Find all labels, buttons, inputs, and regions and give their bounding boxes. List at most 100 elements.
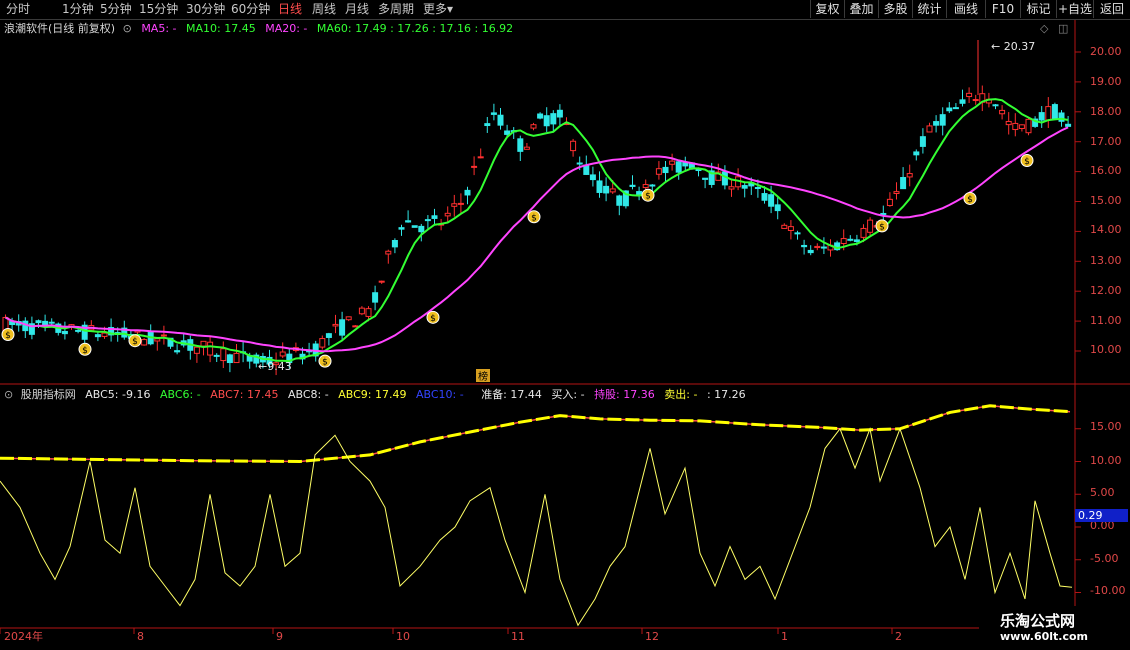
money-bag-glyph: $ [645, 192, 651, 202]
candle-body [860, 227, 867, 238]
candle-body [768, 194, 775, 207]
candle-body [207, 341, 214, 356]
candle-body [101, 332, 108, 337]
price-tick: 20.00 [1090, 45, 1122, 58]
candle-body [319, 338, 326, 348]
money-bag-glyph: $ [132, 337, 138, 347]
candle-body [378, 280, 385, 283]
date-tick: 9 [276, 630, 283, 643]
price-tick: 13.00 [1090, 254, 1122, 267]
candle-body [801, 244, 808, 248]
candle-body [431, 215, 438, 219]
money-bag-glyph: $ [879, 222, 885, 232]
candle-body [1005, 120, 1012, 126]
indicator-options-icon[interactable]: ⊙ [4, 388, 13, 401]
candle-body [820, 246, 827, 249]
candle-body [385, 250, 392, 255]
price-tick: 15.00 [1090, 194, 1122, 207]
candle-body [649, 184, 656, 187]
candle-body [853, 239, 860, 243]
indicator-tick: 15.00 [1090, 420, 1122, 433]
candle-body [939, 114, 946, 126]
prepare-label: 准备: 17.44 [481, 388, 542, 401]
candle-body [570, 140, 577, 152]
price-tick: 11.00 [1090, 314, 1122, 327]
date-tick: 1 [781, 630, 788, 643]
abc5-line [0, 426, 1073, 627]
price-tick: 10.00 [1090, 343, 1122, 356]
candle-body [517, 138, 524, 152]
candle-body [174, 350, 181, 353]
candle-body [226, 354, 233, 364]
candle-body [457, 202, 464, 205]
date-tick: 11 [511, 630, 525, 643]
abc7-line [0, 405, 1071, 463]
candle-body [919, 136, 926, 147]
candle-body [880, 212, 887, 215]
candle-body [807, 249, 814, 254]
abc8-label: ABC8: - [287, 388, 329, 401]
candle-body [398, 227, 405, 230]
candle-body [589, 174, 596, 181]
candle-body [405, 220, 412, 223]
abc9-line [0, 404, 1071, 464]
price-tick: 12.00 [1090, 284, 1122, 297]
candle-body [741, 185, 748, 189]
abc9-label: ABC9: 17.49 [338, 388, 407, 401]
candle-body [556, 109, 563, 118]
money-bag-glyph: $ [322, 358, 328, 368]
candle-body [616, 195, 623, 206]
candle-body [636, 191, 643, 195]
candle-body [233, 352, 240, 364]
candle-body [484, 123, 491, 127]
candle-body [220, 348, 227, 362]
candle-body [154, 338, 161, 342]
candle-body [794, 232, 801, 235]
candle-body [200, 340, 207, 347]
ma10-line [5, 98, 1069, 363]
candle-body [761, 193, 768, 201]
price-tick: 14.00 [1090, 223, 1122, 236]
candle-body [372, 292, 379, 303]
candle-body [352, 325, 359, 328]
candle-body [952, 107, 959, 110]
candle-body [603, 185, 610, 194]
low-price-marker: ←9.43 [258, 360, 292, 373]
candle-body [61, 330, 68, 335]
candle-body [754, 187, 761, 190]
indicator-tick: 5.00 [1090, 486, 1115, 499]
candle-body [906, 173, 913, 178]
ma60-line [5, 126, 1069, 353]
date-tick: 8 [137, 630, 144, 643]
candle-body [365, 308, 372, 317]
candle-body [966, 92, 973, 98]
candle-body [655, 168, 662, 175]
candle-body [345, 316, 352, 321]
abc5-label: ABC5: -9.16 [85, 388, 151, 401]
high-price-marker: ← 20.37 [991, 40, 1035, 53]
candle-body [325, 333, 332, 338]
candle-body [424, 219, 431, 222]
candle-body [477, 156, 484, 159]
chart-canvas[interactable]: $ $ $ $ $ $ $ $ $ $ ← 20.37 ←9.43 榜 [0, 0, 1130, 650]
date-tick: 2 [895, 630, 902, 643]
candle-body [1018, 124, 1025, 129]
indicator-tick: -5.00 [1090, 552, 1119, 565]
candle-body [1038, 112, 1045, 121]
candle-body [75, 329, 82, 332]
candle-body [774, 204, 781, 212]
candle-body [787, 226, 794, 231]
candle-body [1051, 104, 1058, 120]
candle-body [497, 114, 504, 126]
candle-body [339, 319, 346, 336]
date-tick: 2024年 [4, 630, 43, 643]
candle-body [94, 334, 101, 338]
candle-body [537, 113, 544, 119]
candle-body [141, 339, 148, 346]
candle-body [1012, 122, 1019, 131]
sell-label: 卖出: - [664, 388, 698, 401]
indicator-title: 股朋指标网 [20, 388, 76, 401]
candle-body [781, 224, 788, 229]
money-bag-glyph: $ [5, 331, 11, 341]
candle-body [471, 165, 478, 168]
